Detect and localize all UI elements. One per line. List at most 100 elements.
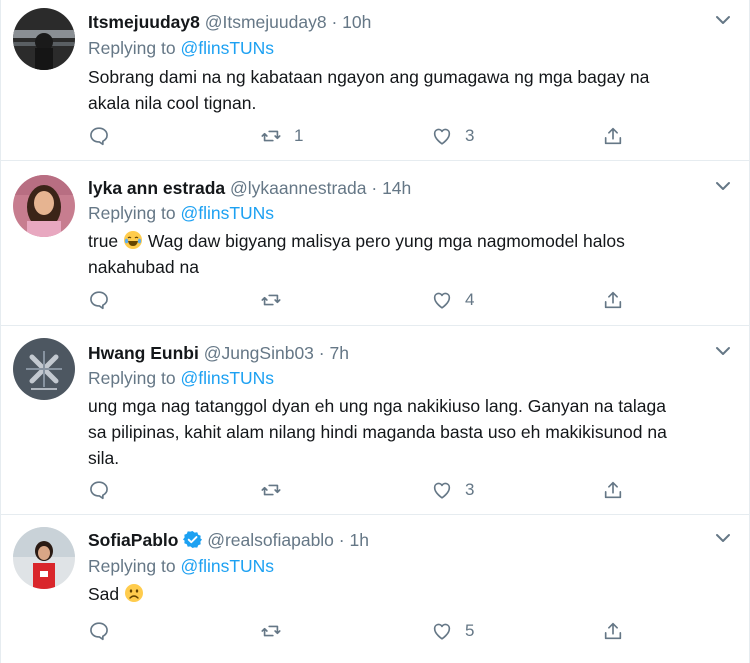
separator-dot: · bbox=[338, 530, 345, 550]
reply-icon bbox=[90, 127, 108, 146]
username[interactable]: @Itsmejuuday8 bbox=[205, 12, 327, 32]
reply-icon bbox=[90, 481, 108, 500]
frowning-emoji bbox=[125, 584, 144, 602]
separator-dot: · bbox=[331, 12, 338, 32]
like-button[interactable]: 3 bbox=[431, 124, 474, 148]
reply-feed: Itsmejuuday8 @Itsmejuuday8 · 10h Replyin… bbox=[0, 0, 750, 663]
share-button[interactable] bbox=[602, 124, 624, 148]
replying-label: Replying to bbox=[88, 556, 176, 576]
heart-icon bbox=[433, 292, 451, 309]
tweet-text: Sobrang dami na ng kabataan ngayon ang g… bbox=[88, 64, 709, 116]
avatar[interactable] bbox=[13, 175, 75, 237]
retweet-icon bbox=[261, 294, 281, 306]
joy-emoji bbox=[124, 231, 143, 249]
replying-to: Replying to @flinsTUNs bbox=[88, 556, 274, 576]
tweet-text-line: sila. bbox=[88, 448, 120, 468]
tweet-text-line: Sad bbox=[88, 581, 709, 607]
display-name[interactable]: lyka ann estrada bbox=[88, 178, 225, 198]
reply-tweet[interactable]: lyka ann estrada @lykaannestrada · 14h R… bbox=[1, 161, 749, 326]
verified-badge-icon bbox=[183, 530, 203, 549]
heart-icon bbox=[433, 623, 451, 640]
like-button[interactable]: 5 bbox=[431, 619, 474, 643]
share-icon bbox=[604, 481, 622, 499]
tweet-header: lyka ann estrada @lykaannestrada · 14h bbox=[88, 178, 411, 198]
replying-label: Replying to bbox=[88, 38, 176, 58]
reply-icon bbox=[90, 622, 108, 641]
retweet-button[interactable] bbox=[260, 619, 294, 643]
display-name[interactable]: SofiaPablo bbox=[88, 530, 178, 550]
like-count: 4 bbox=[465, 290, 475, 309]
tweet-text-line: true Wag daw bigyang malisya pero yung m… bbox=[88, 228, 709, 254]
like-count: 3 bbox=[465, 126, 475, 145]
reply-button[interactable] bbox=[88, 478, 110, 502]
timestamp[interactable]: 1h bbox=[350, 530, 369, 550]
like-button[interactable]: 4 bbox=[431, 288, 474, 312]
like-count: 3 bbox=[465, 480, 475, 499]
share-icon bbox=[604, 291, 622, 309]
replying-to-link[interactable]: @flinsTUNs bbox=[180, 38, 274, 58]
retweet-count: 1 bbox=[294, 126, 304, 145]
replying-label: Replying to bbox=[88, 203, 176, 223]
retweet-button[interactable] bbox=[260, 478, 294, 502]
replying-to: Replying to @flinsTUNs bbox=[88, 38, 274, 58]
reply-button[interactable] bbox=[88, 619, 110, 643]
replying-to: Replying to @flinsTUNs bbox=[88, 368, 274, 388]
tweet-text: true Wag daw bigyang malisya pero yung m… bbox=[88, 228, 709, 280]
share-button[interactable] bbox=[602, 619, 624, 643]
tweet-header: Itsmejuuday8 @Itsmejuuday8 · 10h bbox=[88, 12, 371, 32]
separator-dot: · bbox=[318, 343, 325, 363]
reply-tweet[interactable]: SofiaPablo @realsofiapablo · 1h Replying… bbox=[1, 515, 749, 663]
tweet-text-line: sa pilipinas, kahit alam nilang hindi ma… bbox=[88, 422, 667, 442]
avatar[interactable] bbox=[13, 338, 75, 400]
retweet-icon bbox=[261, 130, 281, 142]
heart-icon bbox=[433, 128, 451, 145]
reply-tweet[interactable]: Hwang Eunbi @JungSinb03 · 7h Replying to… bbox=[1, 326, 749, 515]
tweet-text-line: nakahubad na bbox=[88, 257, 199, 277]
chevron-down-icon[interactable] bbox=[715, 180, 731, 192]
tweet-actions: 4 bbox=[88, 288, 709, 312]
replying-to-link[interactable]: @flinsTUNs bbox=[180, 203, 274, 223]
like-button[interactable]: 3 bbox=[431, 478, 474, 502]
replying-to-link[interactable]: @flinsTUNs bbox=[180, 556, 274, 576]
replying-to-link[interactable]: @flinsTUNs bbox=[180, 368, 274, 388]
reply-button[interactable] bbox=[88, 124, 110, 148]
reply-icon bbox=[90, 291, 108, 310]
timestamp[interactable]: 14h bbox=[382, 178, 411, 198]
tweet-actions: 3 bbox=[88, 478, 709, 502]
tweet-header: Hwang Eunbi @JungSinb03 · 7h bbox=[88, 343, 349, 363]
share-button[interactable] bbox=[602, 288, 624, 312]
tweet-text: ung mga nag tatanggol dyan eh ung nga na… bbox=[88, 393, 709, 471]
replying-to: Replying to @flinsTUNs bbox=[88, 203, 274, 223]
share-button[interactable] bbox=[602, 478, 624, 502]
tweet-actions: 1 3 bbox=[88, 124, 709, 148]
replying-label: Replying to bbox=[88, 368, 176, 388]
reply-button[interactable] bbox=[88, 288, 110, 312]
timestamp[interactable]: 7h bbox=[330, 343, 349, 363]
username[interactable]: @JungSinb03 bbox=[204, 343, 314, 363]
username[interactable]: @realsofiapablo bbox=[207, 530, 334, 550]
chevron-down-icon[interactable] bbox=[715, 345, 731, 357]
retweet-icon bbox=[261, 625, 281, 637]
tweet-text-segment: Wag daw bigyang malisya pero yung mga na… bbox=[147, 231, 625, 251]
reply-tweet[interactable]: Itsmejuuday8 @Itsmejuuday8 · 10h Replyin… bbox=[1, 0, 749, 161]
retweet-button[interactable]: 1 bbox=[260, 124, 303, 148]
separator-dot: · bbox=[371, 178, 378, 198]
like-count: 5 bbox=[465, 621, 475, 640]
retweet-icon bbox=[261, 484, 281, 496]
username[interactable]: @lykaannestrada bbox=[230, 178, 366, 198]
retweet-button[interactable] bbox=[260, 288, 294, 312]
tweet-header: SofiaPablo @realsofiapablo · 1h bbox=[88, 530, 369, 550]
tweet-text-line: akala nila cool tignan. bbox=[88, 93, 257, 113]
avatar[interactable] bbox=[13, 527, 75, 589]
tweet-text-line: Sobrang dami na ng kabataan ngayon ang g… bbox=[88, 67, 650, 87]
chevron-down-icon[interactable] bbox=[715, 532, 731, 544]
avatar[interactable] bbox=[13, 8, 75, 70]
heart-icon bbox=[433, 482, 451, 499]
share-icon bbox=[604, 622, 622, 640]
display-name[interactable]: Itsmejuuday8 bbox=[88, 12, 200, 32]
chevron-down-icon[interactable] bbox=[715, 14, 731, 26]
tweet-text: Sad bbox=[88, 581, 709, 607]
timestamp[interactable]: 10h bbox=[342, 12, 371, 32]
display-name[interactable]: Hwang Eunbi bbox=[88, 343, 199, 363]
tweet-actions: 5 bbox=[88, 619, 709, 643]
